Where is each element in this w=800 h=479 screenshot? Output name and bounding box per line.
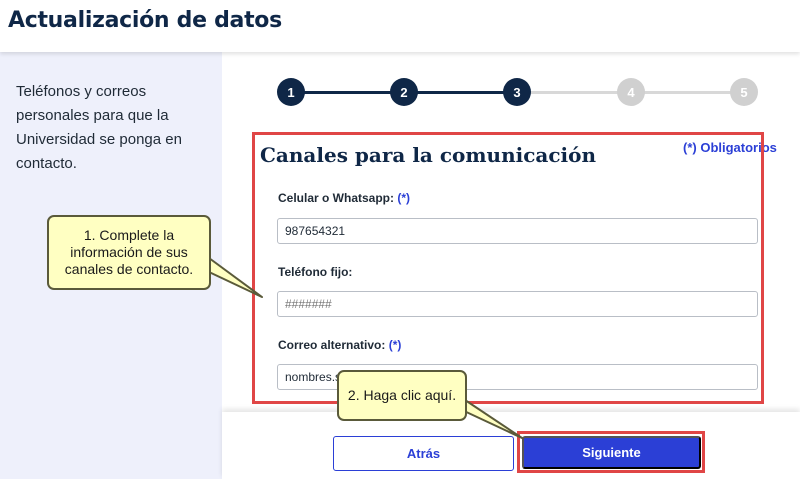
page: Actualización de datos Teléfonos y corre… bbox=[0, 0, 800, 479]
callout-1: 1. Complete la información de sus canale… bbox=[47, 215, 211, 290]
page-title: Actualización de datos bbox=[8, 8, 282, 33]
page-header: Actualización de datos bbox=[0, 0, 800, 52]
callout-2: 2. Haga clic aquí. bbox=[337, 370, 467, 421]
